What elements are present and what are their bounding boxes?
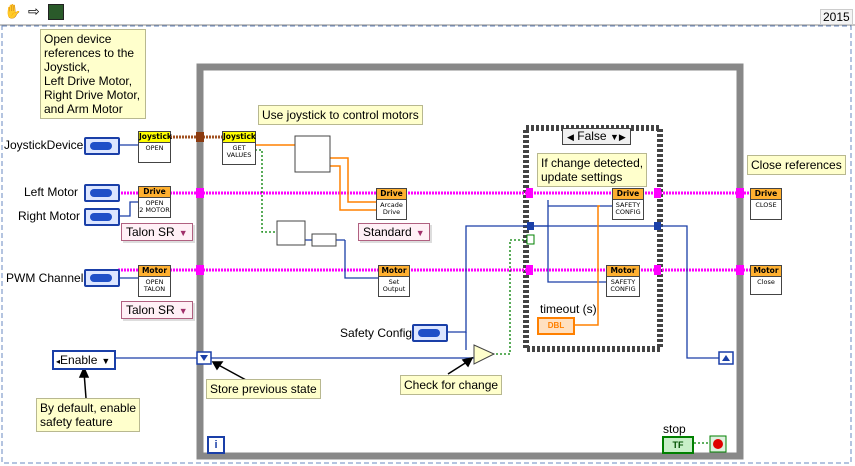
stop-button-control[interactable]: TF [662, 436, 694, 454]
stop-label: stop [663, 422, 686, 436]
safety-config-label: Safety Config [340, 326, 413, 340]
pwm-channel-control[interactable] [84, 269, 120, 287]
joystick-device-control[interactable] [84, 137, 120, 155]
timeout-label: timeout (s) [540, 302, 597, 316]
talon-sr-motor-ring[interactable]: Talon SR ▼ [121, 301, 193, 319]
motor-close-vi[interactable]: Motor Close [750, 265, 782, 295]
version-label: 2015 [820, 9, 853, 25]
joystick-get-values-vi[interactable]: Joystick GET VALUES [222, 131, 256, 165]
timeout-constant[interactable]: DBL [537, 317, 575, 335]
left-motor-control[interactable] [84, 184, 120, 202]
comment-if-change: If change detected, update settings [537, 153, 648, 187]
drive-safety-config-vi[interactable]: Drive SAFETY CONFIG [612, 188, 644, 220]
highlight-execution-icon[interactable] [48, 4, 64, 20]
drive-close-vi[interactable]: Drive CLOSE [750, 188, 782, 220]
case-selector[interactable]: ◀ False ▼▶ [562, 128, 631, 145]
comment-use-joystick: Use joystick to control motors [258, 105, 423, 125]
comment-close-refs: Close references [747, 155, 846, 175]
enable-enum[interactable]: ◂Enable ▼ [52, 350, 117, 370]
motor-safety-config-vi[interactable]: Motor SAFETY CONFIG [606, 265, 640, 297]
right-motor-label: Right Motor [18, 209, 81, 223]
right-motor-control[interactable] [84, 208, 120, 226]
pwm-channel-label: PWM Channel [6, 271, 84, 285]
comment-open-refs: Open device references to the Joystick, … [40, 29, 146, 119]
safety-config-control[interactable] [412, 324, 448, 342]
comment-check-change: Check for change [400, 375, 503, 395]
run-arrow-icon[interactable]: ⇨ [28, 4, 40, 18]
comment-default-enable: By default, enable safety feature [36, 398, 141, 432]
standard-ring[interactable]: Standard ▼ [358, 223, 430, 241]
left-motor-label: Left Motor [24, 185, 79, 199]
comment-store-previous: Store previous state [206, 379, 321, 399]
joystick-device-label: JoystickDevice [4, 138, 84, 152]
joystick-open-vi[interactable]: Joystick OPEN [138, 131, 172, 163]
drive-arcade-vi[interactable]: Drive Arcade Drive [376, 188, 407, 220]
hand-tool-icon[interactable]: ✋ [4, 4, 21, 18]
drive-open-vi[interactable]: Drive OPEN 2 MOTOR [138, 186, 171, 218]
motor-set-output-vi[interactable]: Motor Set Output [378, 265, 410, 297]
talon-sr-drive-ring[interactable]: Talon SR ▼ [121, 223, 193, 241]
info-icon[interactable]: i [207, 436, 225, 454]
motor-open-vi[interactable]: Motor OPEN TALON [138, 265, 171, 297]
